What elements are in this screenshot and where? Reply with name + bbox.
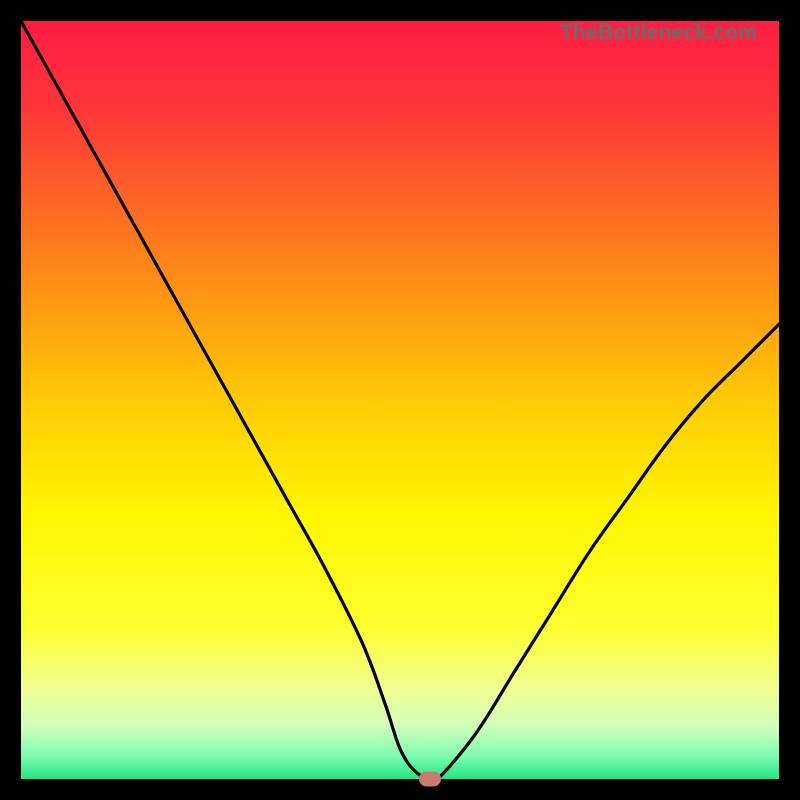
bottleneck-chart <box>21 21 779 779</box>
optimal-point-marker <box>419 772 441 787</box>
chart-frame: TheBottleneck.com <box>21 21 779 779</box>
chart-background <box>21 21 779 779</box>
watermark-text: TheBottleneck.com <box>560 21 757 45</box>
